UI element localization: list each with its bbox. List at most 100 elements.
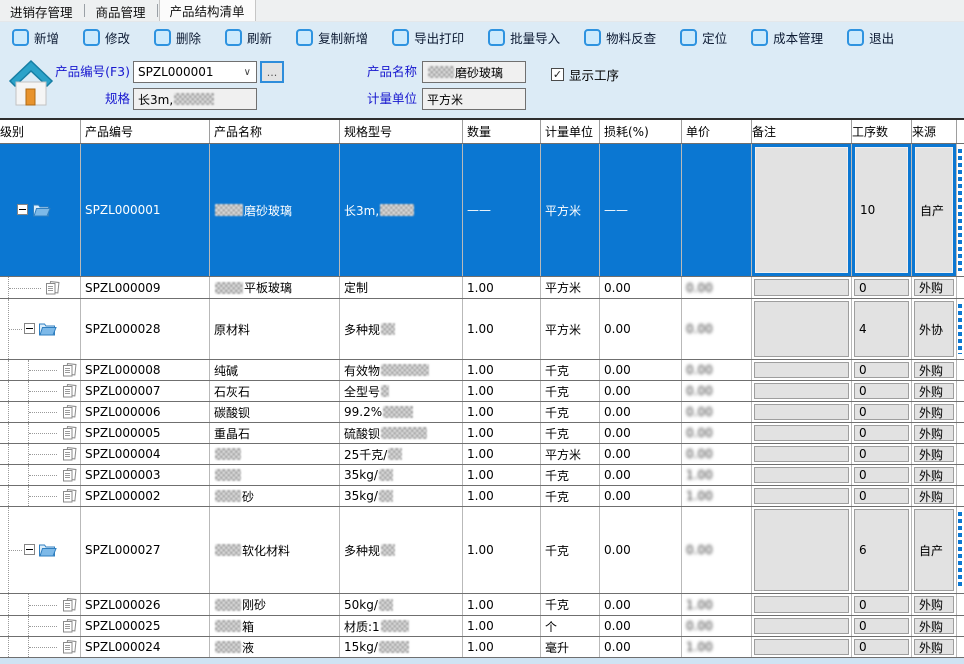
table-row[interactable]: SPZL000009 平板玻璃 定制 1.00 平方米 0.00 0.00 0 外购 bbox=[0, 277, 964, 299]
source-box: 外购 bbox=[914, 467, 954, 483]
table-row[interactable]: SPZL000027 软化材料 多种规 1.00 千克 0.00 0.00 6 自产 bbox=[0, 507, 964, 594]
cell-edge bbox=[957, 381, 964, 401]
table-header: 级别 产品编号 产品名称 规格型号 数量 计量单位 损耗(%) 单价 备注 工序… bbox=[0, 120, 964, 144]
column-header-source[interactable]: 来源 bbox=[912, 120, 957, 143]
unit-field[interactable]: 平方米 bbox=[422, 88, 526, 110]
cell-remark bbox=[752, 277, 852, 298]
show-process-checkbox[interactable]: ✓ 显示工序 bbox=[551, 65, 619, 84]
cell-edge bbox=[957, 299, 964, 359]
source-box: 外购 bbox=[914, 404, 954, 420]
column-header-level[interactable]: 级别 bbox=[0, 120, 81, 143]
query-panel: 产品编号(F3) SPZL000001 ∨ ... 产品名称 磨砂玻璃 ✓ 显示… bbox=[0, 52, 964, 118]
cell-spec: 99.2% bbox=[340, 402, 463, 422]
selection-edge-marks bbox=[958, 304, 962, 354]
cell-spec: 硫酸钡 bbox=[340, 423, 463, 443]
spec-field[interactable]: 长3m, bbox=[133, 88, 257, 110]
copy-add-icon bbox=[296, 28, 314, 46]
refresh-button[interactable]: 刷新 bbox=[225, 28, 272, 47]
tree-collapse-toggle[interactable] bbox=[24, 323, 35, 334]
product-name-value: 磨砂玻璃 bbox=[455, 65, 504, 80]
column-header-product-name[interactable]: 产品名称 bbox=[210, 120, 340, 143]
toolbar: 新增 修改 删除 刷新 复制新增 导出打印 批量导入 物料反查 定位 成本管理 … bbox=[0, 22, 964, 52]
copy-add-button[interactable]: 复制新增 bbox=[296, 28, 368, 47]
source-box: 自产 bbox=[914, 509, 954, 591]
column-header-qty[interactable]: 数量 bbox=[463, 120, 541, 143]
tree-collapse-toggle[interactable] bbox=[24, 544, 35, 555]
material-lookup-button[interactable]: 物料反查 bbox=[584, 28, 656, 47]
export-print-label: 导出打印 bbox=[414, 30, 465, 46]
batch-import-button[interactable]: 批量导入 bbox=[488, 28, 560, 47]
delete-button[interactable]: 删除 bbox=[154, 28, 201, 47]
column-header-loss[interactable]: 损耗(%) bbox=[600, 120, 682, 143]
tree-collapse-toggle[interactable] bbox=[17, 204, 28, 215]
cell-unit: 千克 bbox=[541, 423, 600, 443]
cell-qty: 1.00 bbox=[463, 594, 541, 615]
column-header-product-code[interactable]: 产品编号 bbox=[81, 120, 210, 143]
remark-box bbox=[754, 618, 849, 634]
locate-button[interactable]: 定位 bbox=[680, 28, 727, 47]
unit-value: 平方米 bbox=[427, 92, 464, 107]
remark-box bbox=[754, 383, 849, 399]
remark-box bbox=[754, 404, 849, 420]
cost-management-button[interactable]: 成本管理 bbox=[751, 28, 823, 47]
table-row[interactable]: SPZL000007 石灰石 全型号 1.00 千克 0.00 0.00 0 外购 bbox=[0, 381, 964, 402]
cell-source: 外购 bbox=[912, 402, 957, 422]
table-row[interactable]: SPZL000003 35kg/1.00 千克 0.00 1.00 0 外购 bbox=[0, 465, 964, 486]
add-button[interactable]: 新增 bbox=[12, 28, 59, 47]
product-name-field[interactable]: 磨砂玻璃 bbox=[422, 61, 526, 83]
table-row[interactable]: SPZL000026 刚砂 50kg/1.00 千克 0.00 1.00 0 外购 bbox=[0, 594, 964, 616]
cell-qty: 1.00 bbox=[463, 423, 541, 443]
cell-product-name: 刚砂 bbox=[210, 594, 340, 615]
exit-button[interactable]: 退出 bbox=[847, 28, 894, 47]
modify-button[interactable]: 修改 bbox=[83, 28, 130, 47]
browse-button[interactable]: ... bbox=[260, 61, 284, 83]
export-print-button[interactable]: 导出打印 bbox=[392, 28, 464, 47]
cell-unit: 平方米 bbox=[541, 444, 600, 464]
table-row[interactable]: SPZL000025 箱材质:1 1.00 个 0.00 0.00 0 外购 bbox=[0, 616, 964, 637]
cell-edge bbox=[957, 144, 964, 276]
redacted-blur bbox=[215, 544, 241, 556]
cell-level bbox=[0, 444, 81, 464]
table-row[interactable]: SPZL000008 纯碱 有效物 1.00 千克 0.00 0.00 0 外购 bbox=[0, 360, 964, 381]
table-row[interactable]: SPZL000004 25千克/1.00 平方米 0.00 0.00 0 外购 bbox=[0, 444, 964, 465]
cell-source: 外购 bbox=[912, 616, 957, 636]
column-header-unit[interactable]: 计量单位 bbox=[541, 120, 600, 143]
cell-product-name: 原材料 bbox=[210, 299, 340, 359]
cell-spec: 多种规 bbox=[340, 299, 463, 359]
modify-label: 修改 bbox=[105, 30, 131, 46]
process-count-box: 0 bbox=[854, 446, 909, 462]
document-icon bbox=[61, 447, 77, 462]
cell-level bbox=[0, 423, 81, 443]
table-row[interactable]: SPZL000028 原材料 多种规 1.00 平方米 0.00 0.00 4 外协 bbox=[0, 299, 964, 360]
remark-box bbox=[754, 639, 849, 655]
column-header-spec[interactable]: 规格型号 bbox=[340, 120, 463, 143]
table-row[interactable]: SPZL000005 重晶石 硫酸钡 1.00 千克 0.00 0.00 0 外购 bbox=[0, 423, 964, 444]
cell-qty: 1.00 bbox=[463, 465, 541, 485]
cell-loss: 0.00 bbox=[600, 381, 682, 401]
source-box: 外购 bbox=[914, 596, 954, 613]
cell-product-name: 砂 bbox=[210, 486, 340, 506]
checkbox-check-icon: ✓ bbox=[551, 68, 564, 81]
table-row[interactable]: SPZL000002 砂 35kg/1.00 千克 0.00 1.00 0 外购 bbox=[0, 486, 964, 507]
product-code-value: SPZL000001 bbox=[138, 65, 214, 79]
cell-qty: —— bbox=[463, 144, 541, 276]
redacted-blur bbox=[383, 406, 414, 418]
cell-qty: 1.00 bbox=[463, 381, 541, 401]
tab-inventory-management[interactable]: 进销存管理 bbox=[0, 1, 83, 21]
column-header-remark[interactable]: 备注 bbox=[752, 120, 852, 143]
table-row[interactable]: SPZL000001 磨砂玻璃 长3m, —— 平方米 —— 10 自产 bbox=[0, 144, 964, 277]
cell-remark bbox=[752, 381, 852, 401]
column-header-process-count[interactable]: 工序数 bbox=[852, 120, 912, 143]
tab-separator bbox=[156, 4, 158, 17]
cell-loss: 0.00 bbox=[600, 277, 682, 298]
table-row[interactable]: SPZL000006 碳酸钡 99.2% 1.00 千克 0.00 0.00 0 外购 bbox=[0, 402, 964, 423]
column-header-price[interactable]: 单价 bbox=[682, 120, 752, 143]
cell-loss: 0.00 bbox=[600, 507, 682, 593]
remark-box bbox=[754, 301, 849, 357]
table-row[interactable]: SPZL000024 液 15kg/1.00 毫升 0.00 1.00 0 外购 bbox=[0, 637, 964, 658]
cell-spec: 15kg/ bbox=[340, 637, 463, 657]
cell-unit: 千克 bbox=[541, 507, 600, 593]
tab-product-structure-list[interactable]: 产品结构清单 bbox=[158, 0, 256, 21]
tab-commodity-management[interactable]: 商品管理 bbox=[86, 1, 156, 21]
product-code-combo[interactable]: SPZL000001 ∨ bbox=[133, 61, 257, 83]
